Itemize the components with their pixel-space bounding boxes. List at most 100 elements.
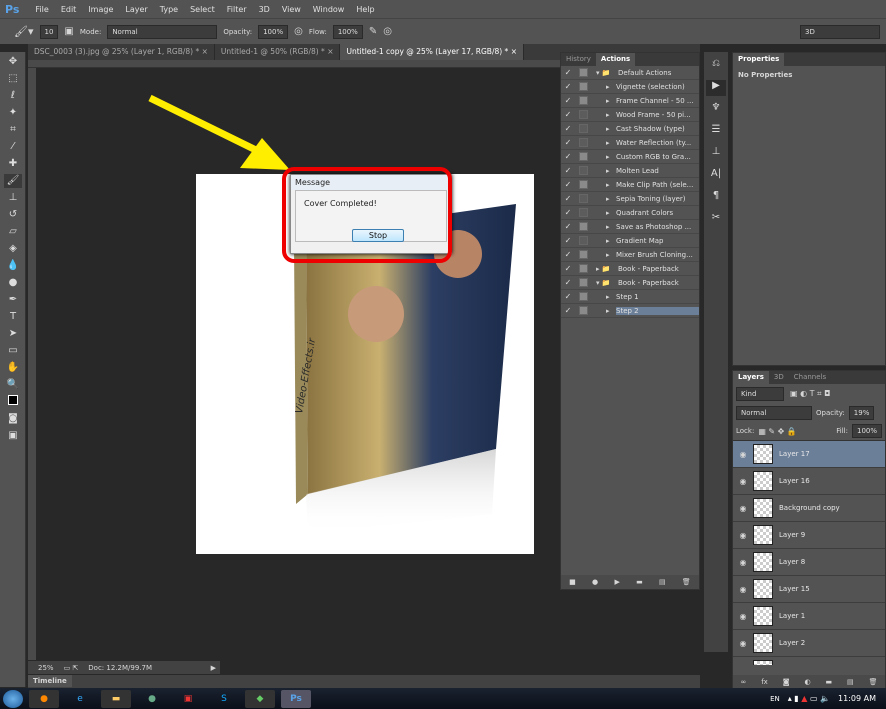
hand-tool-icon[interactable]: ✋ bbox=[4, 361, 22, 375]
menu-file[interactable]: File bbox=[29, 5, 54, 14]
tab-channels[interactable]: Channels bbox=[789, 371, 831, 384]
healing-brush-icon[interactable]: ✚ bbox=[4, 157, 22, 171]
clone-source-icon[interactable]: ⊥ bbox=[706, 146, 726, 162]
link-layers-icon[interactable]: ∞ bbox=[740, 678, 746, 686]
dialog-toggle[interactable] bbox=[579, 264, 588, 273]
check-icon[interactable]: ✓ bbox=[561, 96, 575, 105]
paragraph-icon[interactable]: ¶ bbox=[706, 190, 726, 206]
status-menu-arrow[interactable]: ▶ bbox=[211, 664, 216, 672]
zoom-tool-icon[interactable]: 🔍 bbox=[4, 378, 22, 392]
brush-size-picker[interactable]: 10 bbox=[39, 24, 59, 39]
menu-image[interactable]: Image bbox=[82, 5, 119, 14]
firefox-icon[interactable]: ● bbox=[29, 689, 59, 708]
document-tab[interactable]: DSC_0003 (3).jpg @ 25% (Layer 1, RGB/8) … bbox=[28, 44, 215, 60]
action-item[interactable]: ✓ ▸ Make Clip Path (sele... bbox=[561, 178, 699, 192]
document-tab[interactable]: Untitled-1 @ 50% (RGB/8) * × bbox=[215, 44, 341, 60]
visibility-eye-icon[interactable]: ◉ bbox=[733, 450, 753, 459]
expand-arrow-icon[interactable]: ▸ bbox=[592, 181, 616, 189]
menu-help[interactable]: Help bbox=[350, 5, 380, 14]
pressure-size-icon[interactable]: ◎ bbox=[383, 26, 392, 37]
close-tab-icon[interactable]: × bbox=[199, 47, 208, 56]
menu-type[interactable]: Type bbox=[154, 5, 184, 14]
fx-icon[interactable]: fx bbox=[761, 678, 768, 686]
action-item[interactable]: ✓ ▸ Vignette (selection) bbox=[561, 80, 699, 94]
record-icon[interactable]: ● bbox=[592, 578, 598, 586]
layer-row[interactable]: ◉ Layer 1 bbox=[733, 603, 885, 630]
lasso-tool-icon[interactable]: ℓ bbox=[4, 89, 22, 103]
adjustments-icon[interactable]: ☰ bbox=[706, 124, 726, 140]
check-icon[interactable]: ✓ bbox=[561, 180, 575, 189]
dialog-toggle[interactable] bbox=[579, 82, 588, 91]
eyedropper-icon[interactable]: ⁄ bbox=[4, 140, 22, 154]
brush-tool-icon[interactable]: 🖌▾ bbox=[14, 25, 34, 38]
photoshop-taskbar-icon[interactable]: Ps bbox=[281, 689, 311, 708]
layer-row[interactable]: ◉ Layer 2 bbox=[733, 630, 885, 657]
expand-arrow-icon[interactable]: ▸ bbox=[592, 167, 616, 175]
menu-filter[interactable]: Filter bbox=[221, 5, 253, 14]
check-icon[interactable]: ✓ bbox=[561, 250, 575, 259]
character-icon[interactable]: A| bbox=[706, 168, 726, 184]
dialog-toggle[interactable] bbox=[579, 194, 588, 203]
action-item[interactable]: ✓ ▸ Sepia Toning (layer) bbox=[561, 192, 699, 206]
dodge-tool-icon[interactable]: ● bbox=[4, 276, 22, 290]
clone-stamp-icon[interactable]: ⊥ bbox=[4, 191, 22, 205]
check-icon[interactable]: ✓ bbox=[561, 236, 575, 245]
pressure-opacity-icon[interactable]: ◎ bbox=[294, 26, 303, 37]
expand-arrow-icon[interactable]: ▸ bbox=[592, 293, 616, 301]
screen-mode-icon[interactable]: ▣ bbox=[4, 429, 22, 443]
dialog-toggle[interactable] bbox=[579, 222, 588, 231]
opacity-field[interactable]: 100% bbox=[258, 24, 289, 39]
layer-row[interactable]: ◉ Layer 16 bbox=[733, 468, 885, 495]
check-icon[interactable]: ✓ bbox=[561, 124, 575, 133]
tray-icons[interactable]: ▴ ▮ ▲ ▭ 🔈 bbox=[788, 694, 830, 703]
dialog-toggle[interactable] bbox=[579, 250, 588, 259]
brush-tool-icon[interactable]: 🖌 bbox=[4, 174, 22, 188]
dialog-toggle[interactable] bbox=[579, 124, 588, 133]
quick-mask-icon[interactable]: ◙ bbox=[4, 412, 22, 426]
dialog-toggle[interactable] bbox=[579, 292, 588, 301]
action-item[interactable]: ✓ ▸ Molten Lead bbox=[561, 164, 699, 178]
visibility-eye-icon[interactable]: ◉ bbox=[733, 639, 753, 648]
network-app-icon[interactable]: ◆ bbox=[245, 689, 275, 708]
check-icon[interactable]: ✓ bbox=[561, 292, 575, 301]
layer-row[interactable]: ◉ Layer 17 bbox=[733, 441, 885, 468]
adjustment-layer-icon[interactable]: ◐ bbox=[804, 678, 810, 686]
visibility-eye-icon[interactable]: ◉ bbox=[733, 504, 753, 513]
pen-tool-icon[interactable]: ✒ bbox=[4, 293, 22, 307]
menu-select[interactable]: Select bbox=[184, 5, 221, 14]
eraser-icon[interactable]: ▱ bbox=[4, 225, 22, 239]
expand-arrow-icon[interactable]: ▸ bbox=[592, 251, 616, 259]
action-item[interactable]: ✓ ▸ Quadrant Colors bbox=[561, 206, 699, 220]
check-icon[interactable]: ✓ bbox=[561, 278, 575, 287]
action-item[interactable]: ✓ ▸ Frame Channel - 50 ... bbox=[561, 94, 699, 108]
action-item[interactable]: ✓ ▸ Wood Frame - 50 pi... bbox=[561, 108, 699, 122]
layer-row[interactable]: ◉ Layer 8 bbox=[733, 549, 885, 576]
new-action-icon[interactable]: ▤ bbox=[659, 578, 666, 586]
expand-arrow-icon[interactable]: ▸ bbox=[592, 237, 616, 245]
status-icons[interactable]: ▭ ⇱ bbox=[64, 664, 79, 672]
color-swatches[interactable] bbox=[4, 395, 22, 409]
action-item[interactable]: ✓ ▸ Gradient Map bbox=[561, 234, 699, 248]
check-icon[interactable]: ✓ bbox=[561, 208, 575, 217]
fill-field[interactable]: 100% bbox=[851, 424, 882, 438]
workspace-select[interactable]: 3D bbox=[800, 24, 880, 39]
menu-edit[interactable]: Edit bbox=[55, 5, 83, 14]
paint-bucket-icon[interactable]: ◈ bbox=[4, 242, 22, 256]
tool-presets-icon[interactable]: ✂ bbox=[706, 212, 726, 228]
check-icon[interactable]: ✓ bbox=[561, 166, 575, 175]
visibility-eye-icon[interactable]: ◉ bbox=[733, 531, 753, 540]
app-icon[interactable]: ▣ bbox=[173, 690, 203, 708]
visibility-eye-icon[interactable]: ◉ bbox=[733, 558, 753, 567]
new-layer-icon[interactable]: ▤ bbox=[847, 678, 854, 686]
folder-icon[interactable]: ▾ 📁 bbox=[592, 69, 618, 77]
play-icon[interactable]: ▶ bbox=[614, 578, 619, 586]
dialog-toggle[interactable] bbox=[579, 278, 588, 287]
expand-arrow-icon[interactable]: ▸ bbox=[592, 139, 616, 147]
expand-arrow-icon[interactable]: ▸ bbox=[592, 223, 616, 231]
explorer-icon[interactable]: ▬ bbox=[101, 689, 131, 708]
type-tool-icon[interactable]: T bbox=[4, 310, 22, 324]
marquee-tool-icon[interactable]: ⬚ bbox=[4, 72, 22, 86]
check-icon[interactable]: ✓ bbox=[561, 306, 575, 315]
language-indicator[interactable]: EN bbox=[770, 695, 780, 703]
expand-arrow-icon[interactable]: ▸ bbox=[592, 111, 616, 119]
